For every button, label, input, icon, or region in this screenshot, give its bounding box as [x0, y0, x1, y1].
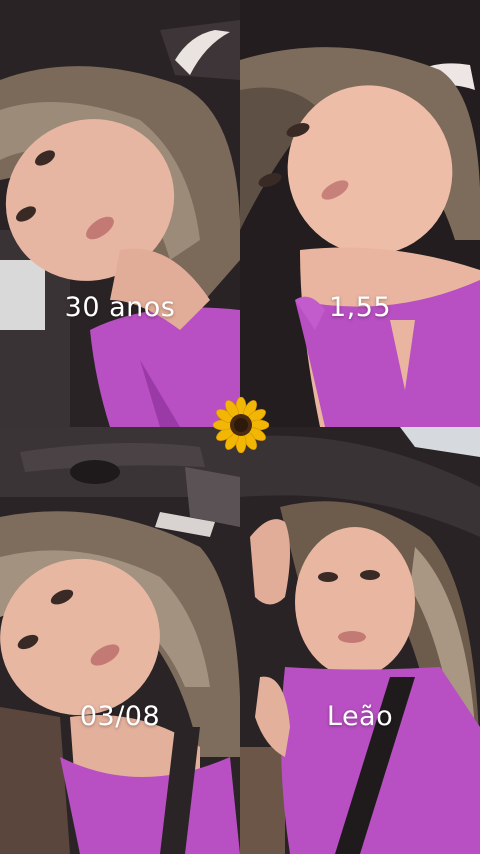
photo-panel-top-left: 30 anos	[0, 0, 240, 427]
caption-height: 1,55	[328, 292, 392, 323]
photo-panel-bottom-right: Leão	[240, 427, 480, 854]
sunflower-icon	[213, 397, 269, 453]
caption-zodiac: Leão	[326, 701, 394, 732]
caption-birthday: 03/08	[79, 701, 161, 732]
selfie-photo	[240, 0, 480, 427]
selfie-photo	[240, 427, 480, 854]
photo-panel-bottom-left: 03/08	[0, 427, 240, 854]
caption-age: 30 anos	[64, 292, 176, 323]
selfie-photo	[0, 427, 240, 854]
photo-collage: 30 anos 1,55 03/08 Leão	[0, 0, 480, 854]
photo-panel-top-right: 1,55	[240, 0, 480, 427]
selfie-photo	[0, 0, 240, 427]
